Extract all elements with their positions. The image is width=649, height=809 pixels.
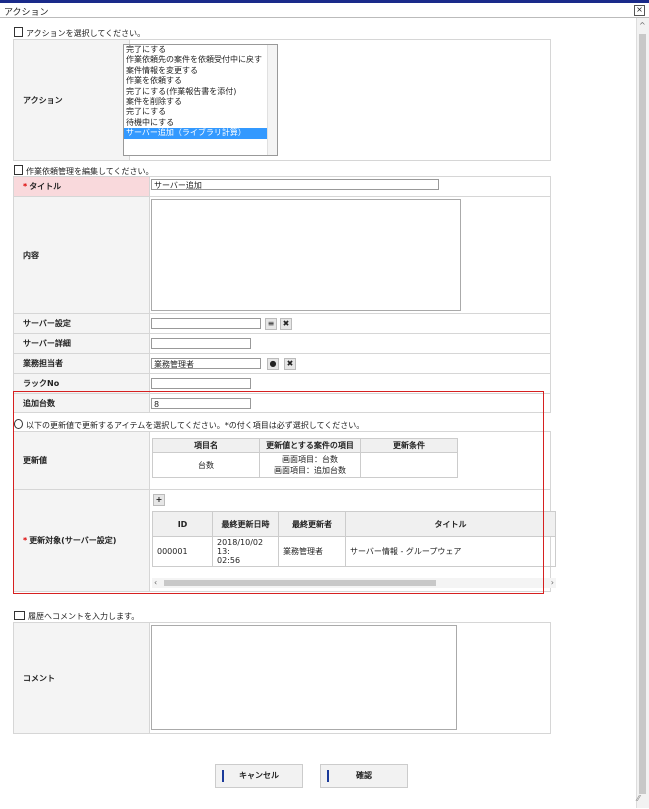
scroll-up-icon[interactable]: ^ — [639, 21, 646, 30]
action-option[interactable]: 案件情報を変更する — [124, 66, 277, 76]
content-label: 内容 — [13, 196, 150, 314]
vertical-scrollbar[interactable]: ^ — [636, 18, 649, 808]
server-detail-input[interactable] — [151, 338, 251, 349]
comment-textarea[interactable] — [151, 625, 457, 730]
title-bar: アクション × — [0, 3, 649, 18]
owner-input[interactable]: 業務管理者 — [151, 358, 261, 369]
comment-label: コメント — [13, 622, 150, 734]
edit-document-icon — [14, 165, 23, 175]
window-title: アクション — [4, 8, 49, 18]
clear-icon[interactable]: ✖ — [280, 318, 292, 330]
user-select-icon[interactable]: ● — [267, 358, 279, 370]
server-setting-input[interactable] — [151, 318, 261, 329]
action-option[interactable]: 待機中にする — [124, 118, 277, 128]
action-form: アクション — [13, 39, 551, 161]
action-options: 完了にする 作業依頼先の案件を依頼受付中に戻す 案件情報を変更する 作業を依頼する 完了… — [124, 45, 277, 139]
action-option[interactable]: 完了にする(作業報告書を添付) — [124, 87, 277, 97]
action-option[interactable]: 完了にする — [124, 45, 277, 55]
action-section-header: アクションを選択してください。 — [14, 27, 145, 39]
cancel-button[interactable]: キャンセル — [215, 764, 303, 788]
title-input[interactable]: サーバー追加 — [151, 179, 439, 190]
title-label: * タイトル — [13, 176, 150, 197]
content-textarea[interactable] — [151, 199, 461, 311]
rack-input[interactable] — [151, 378, 251, 389]
action-option[interactable]: 完了にする — [124, 107, 277, 117]
listbox-scrollbar[interactable] — [267, 45, 277, 155]
comment-section-header: 履歴へコメントを入力します。 — [14, 611, 139, 622]
confirm-button[interactable]: 確認 — [320, 764, 408, 788]
close-icon[interactable]: × — [634, 5, 645, 16]
highlight-box — [13, 391, 544, 594]
server-setting-label: サーバー設定 — [13, 313, 150, 334]
comment-icon — [14, 611, 25, 620]
owner-label: 業務担当者 — [13, 353, 150, 374]
scroll-right-icon[interactable]: › — [551, 578, 554, 587]
owner-clear-icon[interactable]: ✖ — [284, 358, 296, 370]
server-detail-label: サーバー詳細 — [13, 333, 150, 354]
document-icon — [14, 27, 23, 37]
scrollbar-thumb[interactable] — [639, 34, 646, 794]
action-option[interactable]: 作業を依頼する — [124, 76, 277, 86]
action-option[interactable]: サーバー追加（ライブラリ計算） — [124, 128, 267, 139]
action-option[interactable]: 案件を削除する — [124, 97, 277, 107]
list-select-icon[interactable]: ≡ — [265, 318, 277, 330]
action-label: アクション — [13, 39, 130, 161]
resize-grip-icon[interactable]: ⁄⁄ — [637, 794, 640, 803]
action-option[interactable]: 作業依頼先の案件を依頼受付中に戻す — [124, 55, 277, 65]
action-listbox[interactable]: 完了にする 作業依頼先の案件を依頼受付中に戻す 案件情報を変更する 作業を依頼する 完了… — [123, 44, 278, 156]
